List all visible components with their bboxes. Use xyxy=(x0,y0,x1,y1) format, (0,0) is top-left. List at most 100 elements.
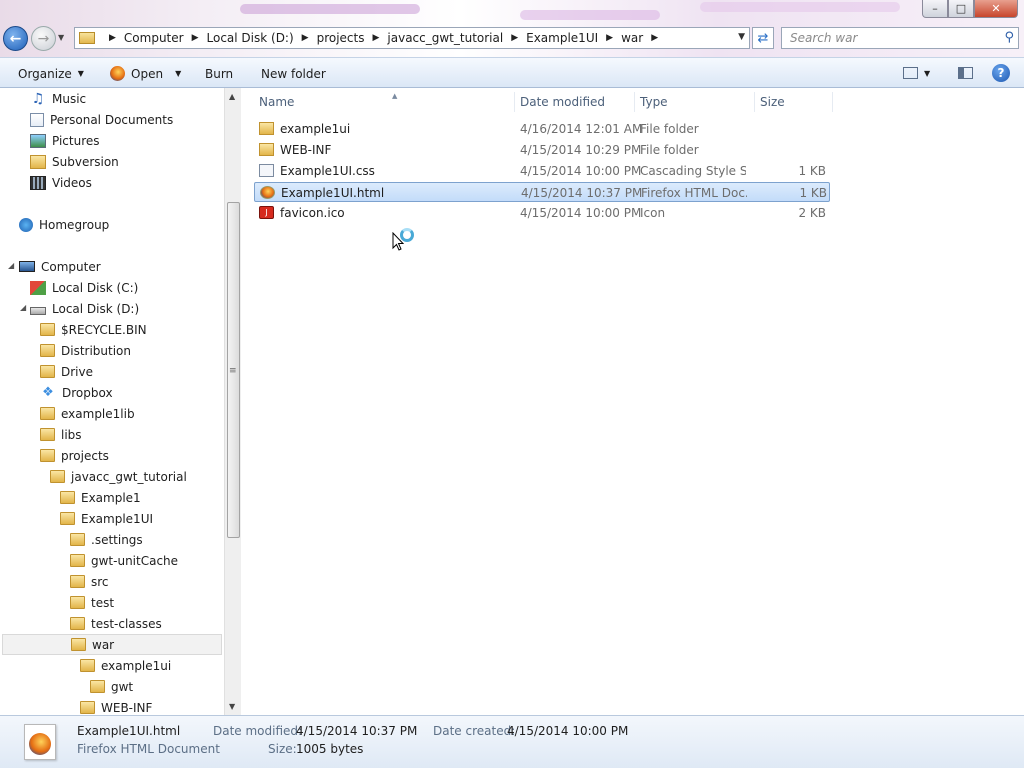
details-size-value: 1005 bytes xyxy=(296,742,364,756)
sidebar-item-gwt-unitcache[interactable]: gwt-unitCache xyxy=(70,550,178,571)
details-filename: Example1UI.html xyxy=(77,724,181,738)
search-input[interactable]: Search war ⚲ xyxy=(781,27,1019,49)
help-button[interactable]: ? xyxy=(992,64,1010,82)
column-header-type[interactable]: Type xyxy=(635,92,755,112)
navigation-pane: ♫ Music Personal Documents Pictures Subve… xyxy=(0,88,241,715)
breadcrumb-item[interactable]: Computer xyxy=(124,31,184,45)
folder-icon xyxy=(70,575,85,588)
windows-drive-icon xyxy=(30,280,46,295)
address-history-dropdown[interactable]: ▼ xyxy=(738,32,745,42)
firefox-html-icon xyxy=(260,186,275,199)
css-file-icon xyxy=(259,164,274,177)
file-thumbnail xyxy=(24,724,56,760)
sidebar-item-label: javacc_gwt_tutorial xyxy=(71,469,187,484)
sidebar-item-war[interactable]: war xyxy=(2,634,222,655)
maximize-button[interactable]: □ xyxy=(948,0,974,18)
sidebar-item-label: Drive xyxy=(61,364,93,379)
sidebar-item-label: WEB-INF xyxy=(101,700,153,715)
breadcrumb-item[interactable]: Example1UI xyxy=(526,31,598,45)
forward-button[interactable]: → xyxy=(31,26,56,51)
address-bar[interactable]: ▶ Computer ▶ Local Disk (D:) ▶ projects … xyxy=(74,27,750,49)
sidebar-item-javacc-gwt-tutorial[interactable]: javacc_gwt_tutorial xyxy=(50,466,187,487)
sidebar-item-projects[interactable]: projects xyxy=(40,445,109,466)
refresh-button[interactable]: ⇄ xyxy=(752,27,774,49)
busy-spinner-icon xyxy=(400,228,414,242)
folder-icon xyxy=(40,344,55,357)
command-bar: Organize ▼ Open ▼ Burn New folder ▼ ? xyxy=(0,57,1024,88)
file-date: 4/16/2014 12:01 AM xyxy=(520,122,643,136)
title-bar: – □ ✕ ← → ▼ ▶ Computer ▶ Local Disk (D:)… xyxy=(0,0,1024,57)
new-folder-button[interactable]: New folder xyxy=(261,58,326,89)
sidebar-item-settings[interactable]: .settings xyxy=(70,529,143,550)
sidebar-item-music[interactable]: ♫ Music xyxy=(30,88,86,109)
refresh-icon: ⇄ xyxy=(757,30,769,46)
sidebar-item-libs[interactable]: libs xyxy=(40,424,82,445)
file-name: Example1UI.css xyxy=(280,164,375,178)
file-row[interactable]: example1ui 4/16/2014 12:01 AM File folde… xyxy=(254,119,830,139)
sidebar-item-drive[interactable]: Drive xyxy=(40,361,93,382)
breadcrumb-item[interactable]: war xyxy=(621,31,643,45)
sidebar-item-pictures[interactable]: Pictures xyxy=(30,130,100,151)
sidebar-item-personal-documents[interactable]: Personal Documents xyxy=(30,109,173,130)
breadcrumb-item[interactable]: projects xyxy=(317,31,365,45)
collapse-arrow-icon[interactable]: ◢ xyxy=(8,261,14,270)
sidebar-item-dropbox[interactable]: ❖ Dropbox xyxy=(40,382,112,403)
breadcrumb-chevron-icon[interactable]: ▶ xyxy=(511,33,518,43)
breadcrumb-chevron-icon[interactable]: ▶ xyxy=(109,33,116,43)
collapse-arrow-icon[interactable]: ◢ xyxy=(20,303,26,312)
breadcrumb-item[interactable]: Local Disk (D:) xyxy=(207,31,294,45)
window-controls: – □ ✕ xyxy=(922,0,1018,18)
sidebar-item-videos[interactable]: Videos xyxy=(30,172,92,193)
sidebar-item-label: gwt-unitCache xyxy=(91,553,179,568)
column-header-name[interactable]: Name ▲ xyxy=(254,92,515,112)
chevron-down-icon[interactable]: ▼ xyxy=(175,69,181,78)
sidebar-item-web-inf[interactable]: WEB-INF xyxy=(80,697,152,715)
pictures-icon xyxy=(30,133,46,148)
breadcrumb-item[interactable]: javacc_gwt_tutorial xyxy=(387,31,503,45)
search-icon[interactable]: ⚲ xyxy=(1004,30,1014,45)
sidebar-item-computer[interactable]: Computer xyxy=(19,256,101,277)
sidebar-item-recycle-bin[interactable]: $RECYCLE.BIN xyxy=(40,319,147,340)
file-row[interactable]: Example1UI.css 4/15/2014 10:00 PM Cascad… xyxy=(254,161,830,181)
breadcrumb-chevron-icon[interactable]: ▶ xyxy=(302,33,309,43)
sidebar-item-local-disk-c[interactable]: Local Disk (C:) xyxy=(30,277,138,298)
scroll-down-arrow-icon[interactable]: ▼ xyxy=(229,702,235,711)
breadcrumb-chevron-icon[interactable]: ▶ xyxy=(372,33,379,43)
file-row[interactable]: WEB-INF 4/15/2014 10:29 PM File folder xyxy=(254,140,830,160)
file-row-selected[interactable]: Example1UI.html 4/15/2014 10:37 PM Firef… xyxy=(254,182,830,202)
organize-button[interactable]: Organize ▼ xyxy=(18,58,84,89)
music-icon: ♫ xyxy=(31,90,45,107)
sidebar-item-homegroup[interactable]: Homegroup xyxy=(19,214,109,235)
folder-icon xyxy=(60,491,75,504)
sidebar-item-example1ui[interactable]: Example1UI xyxy=(60,508,153,529)
column-header-date-modified[interactable]: Date modified xyxy=(515,92,635,112)
details-filetype: Firefox HTML Document xyxy=(77,742,220,756)
breadcrumb-chevron-icon[interactable]: ▶ xyxy=(192,33,199,43)
sidebar-item-local-disk-d[interactable]: Local Disk (D:) xyxy=(30,298,139,319)
view-options-dropdown[interactable]: ▼ xyxy=(924,58,930,89)
sidebar-item-gwt[interactable]: gwt xyxy=(90,676,133,697)
preview-pane-icon[interactable] xyxy=(958,67,973,79)
column-header-size[interactable]: Size xyxy=(755,92,833,112)
scroll-up-arrow-icon[interactable]: ▲ xyxy=(229,92,235,101)
back-button[interactable]: ← xyxy=(3,26,28,51)
sidebar-item-distribution[interactable]: Distribution xyxy=(40,340,131,361)
burn-button[interactable]: Burn xyxy=(205,58,233,89)
sidebar-item-test[interactable]: test xyxy=(70,592,114,613)
navigation-scrollbar[interactable]: ▲ ≡ ▼ xyxy=(224,88,241,715)
open-button[interactable]: Open ▼ xyxy=(110,58,181,89)
sidebar-item-example1ui-sub[interactable]: example1ui xyxy=(80,655,171,676)
sidebar-item-test-classes[interactable]: test-classes xyxy=(70,613,162,634)
recent-pages-dropdown[interactable]: ▼ xyxy=(58,33,64,42)
sidebar-item-subversion[interactable]: Subversion xyxy=(30,151,119,172)
sidebar-item-example1lib[interactable]: example1lib xyxy=(40,403,135,424)
breadcrumb-chevron-icon[interactable]: ▶ xyxy=(606,33,613,43)
close-button[interactable]: ✕ xyxy=(974,0,1018,18)
sidebar-item-src[interactable]: src xyxy=(70,571,109,592)
change-view-icon[interactable] xyxy=(903,67,918,79)
folder-icon xyxy=(40,449,55,462)
file-row[interactable]: J favicon.ico 4/15/2014 10:00 PM Icon 2 … xyxy=(254,203,830,223)
breadcrumb-chevron-icon[interactable]: ▶ xyxy=(651,33,658,43)
minimize-button[interactable]: – xyxy=(922,0,948,18)
sidebar-item-example1[interactable]: Example1 xyxy=(60,487,141,508)
